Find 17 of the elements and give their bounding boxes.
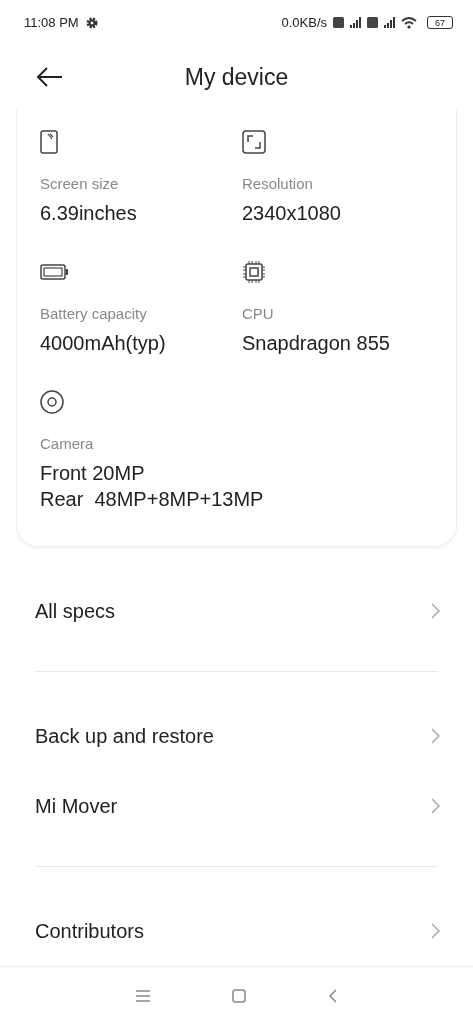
menu-item[interactable]: Back up and restore [35,701,438,771]
spec-label: Resolution [242,175,313,192]
network-speed: 0.0KB/s [281,15,327,31]
page-title: My device [184,64,289,92]
spec-label: Screen size [40,175,119,192]
menu-item[interactable]: Mi Mover [35,771,438,841]
spec-value: 6.39inches [40,201,137,226]
spec-label: Battery capacity [40,305,147,322]
menu-item[interactable]: All specs [35,576,438,646]
status-time: 11:08 PM [24,15,79,31]
spec-value: Snapdragon 855 [242,331,390,356]
spec-value: 4000mAh(typ) [40,331,166,356]
spec-value: Front 20MP Rear 48MP+8MP+13MP [40,461,264,512]
menu-item[interactable]: Contributors [35,896,438,966]
spec-label: CPU [242,305,274,322]
spec-label: Camera [40,435,94,452]
spec-value: 2340x1080 [242,201,341,226]
